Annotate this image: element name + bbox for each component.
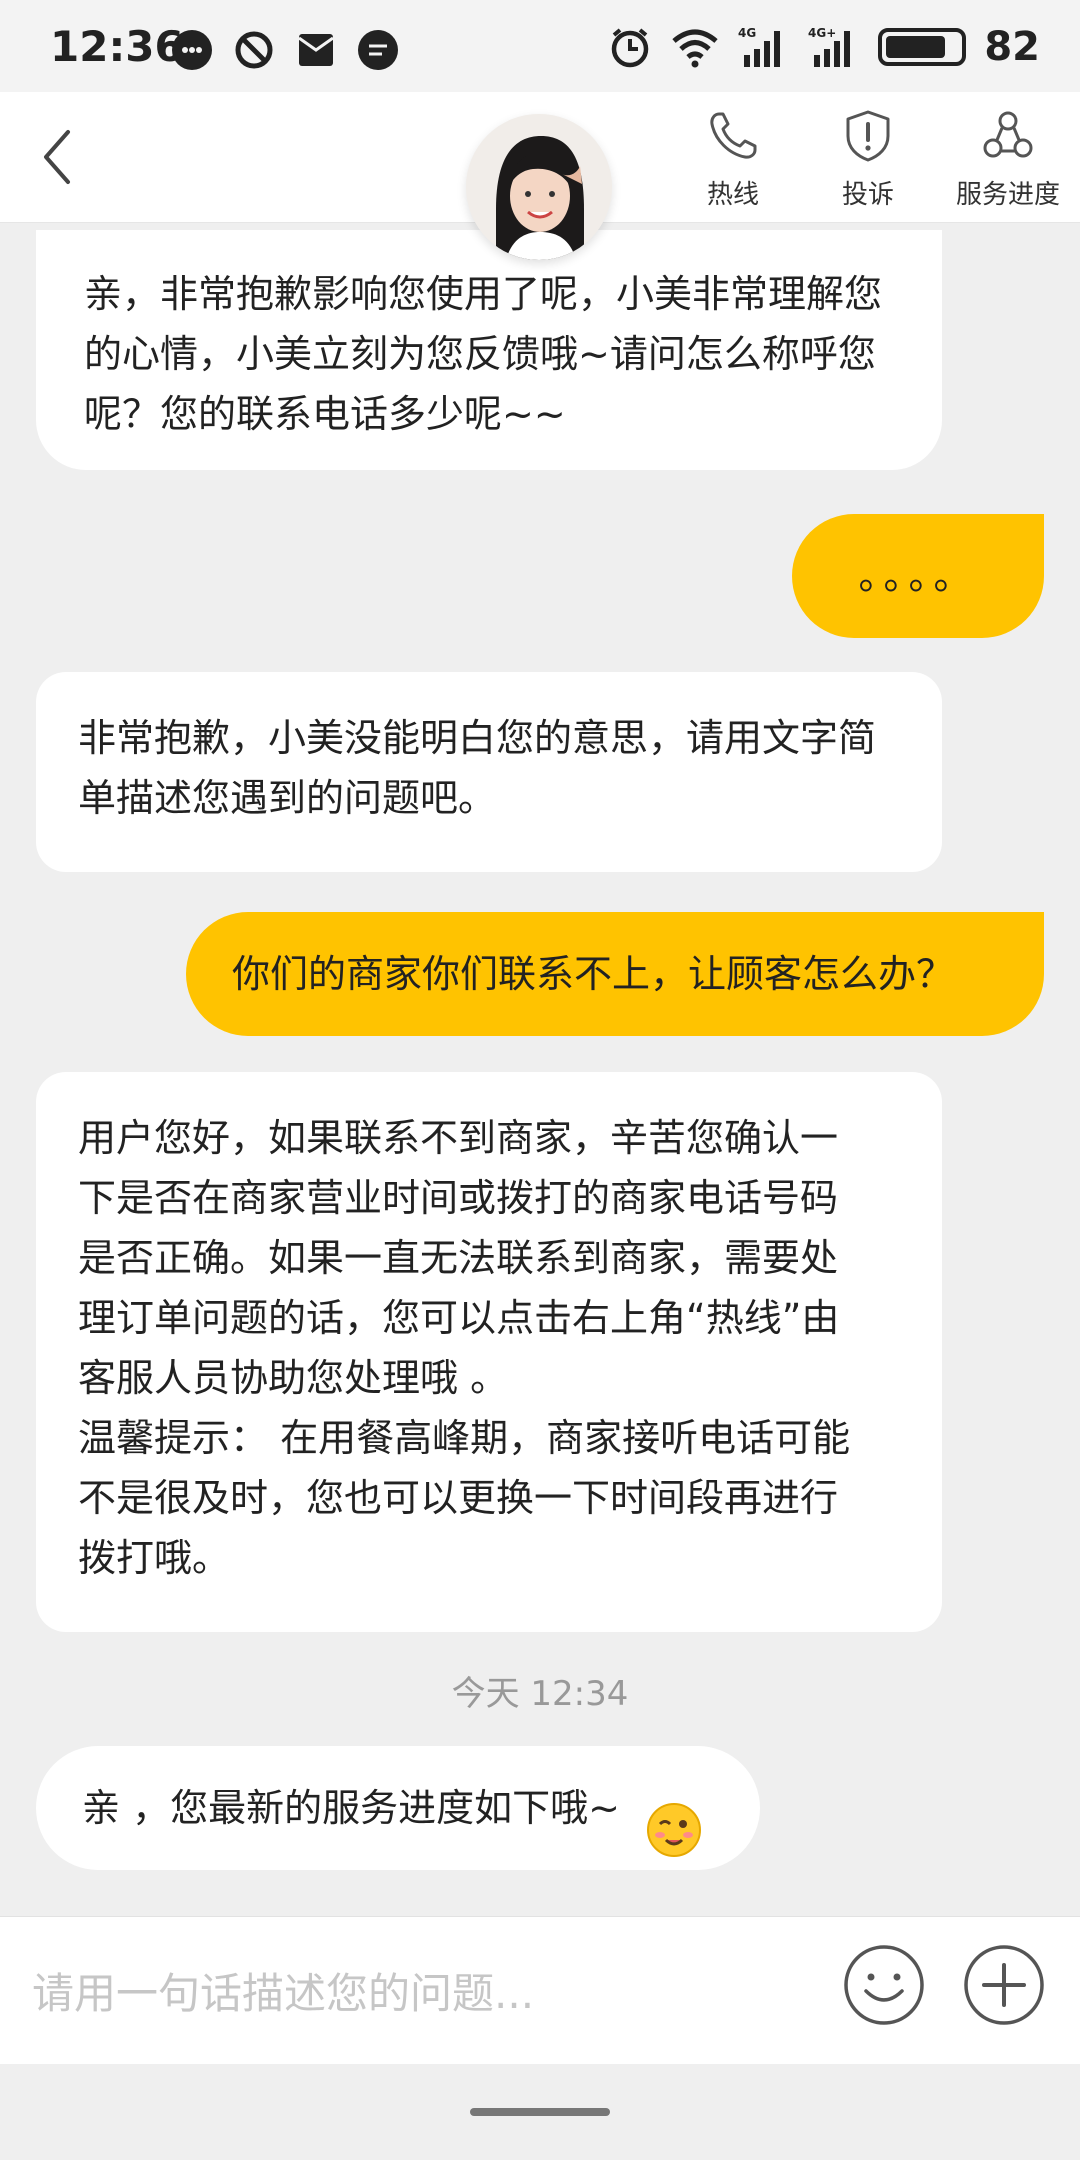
agent-message: 非常抱歉，小美没能明白您的意思，请用文字简单描述您遇到的问题吧。 — [36, 672, 942, 872]
hotline-label: 热线 — [706, 180, 759, 210]
hotline-button[interactable]: 热线 — [663, 108, 803, 211]
phone-icon — [710, 112, 757, 159]
user-message: 你们的商家你们联系不上，让顾客怎么办？ — [186, 912, 1044, 1036]
message-line: 温馨提示： 在用餐高峰期，商家接听电话可能 — [78, 1416, 851, 1460]
message-line: 理订单问题的话，您可以点击右上角“热线”由 — [78, 1296, 840, 1340]
user-message: 。。。。 — [792, 514, 1044, 638]
svg-text:4G+: 4G+ — [808, 26, 836, 40]
chat-bubble-icon — [172, 30, 212, 70]
message-text: 。。。。 — [858, 554, 978, 598]
message-text: 非常抱歉，小美没能明白您的意思，请用文字简单描述您遇到的问题吧。 — [78, 716, 877, 820]
message-icon — [358, 30, 398, 70]
complaint-label: 投诉 — [841, 180, 894, 210]
message-line: 不是很及时，您也可以更换一下时间段再进行 — [78, 1476, 839, 1520]
service-progress-button[interactable]: 服务进度 — [938, 108, 1078, 211]
battery-icon — [878, 28, 967, 66]
agent-message: 用户您好，如果联系不到商家，辛苦您确认一 下是否在商家营业时间或拨打的商家电话号… — [36, 1072, 942, 1632]
agent-message: 亲，非常抱歉影响您使用了呢，小美非常理解您的心情，小美立刻为您反馈哦~请问怎么称… — [36, 230, 942, 470]
shield-alert-icon — [846, 110, 890, 162]
message-line: 是否正确。如果一直无法联系到商家，需要处 — [78, 1236, 839, 1280]
chevron-left-icon — [44, 130, 70, 184]
status-bar: 12:36 4G 4G+ 82 — [0, 0, 1080, 92]
status-time: 12:36 — [50, 22, 184, 71]
message-line: 用户您好，如果联系不到商家，辛苦您确认一 — [78, 1116, 839, 1160]
wink-emoji-icon — [646, 1783, 702, 1857]
home-indicator[interactable] — [470, 2108, 610, 2116]
message-text: 亲 ，您最新的服务进度如下哦~ — [82, 1786, 620, 1830]
system-nav-bar — [0, 2064, 1080, 2160]
message-line: 客服人员协助您处理哦 。 — [78, 1356, 509, 1400]
mail-icon — [296, 30, 336, 70]
progress-icon — [983, 111, 1033, 158]
message-input[interactable] — [30, 1957, 814, 2029]
alarm-icon — [608, 25, 652, 69]
plus-icon — [964, 1945, 1044, 2025]
signal-4g-icon: 4G — [738, 25, 790, 69]
wifi-icon — [670, 25, 720, 69]
agent-avatar — [466, 114, 612, 260]
message-text: 亲，非常抱歉影响您使用了呢，小美非常理解您的心情，小美立刻为您反馈哦~请问怎么称… — [84, 272, 883, 436]
timestamp: 今天 12:34 — [451, 1674, 629, 1714]
input-bar — [0, 1916, 1080, 2065]
message-line: 下是否在商家营业时间或拨打的商家电话号码 — [78, 1176, 839, 1220]
message-text: 你们的商家你们联系不上，让顾客怎么办？ — [232, 952, 955, 996]
add-button[interactable] — [962, 1943, 1046, 2027]
emoji-button[interactable] — [842, 1943, 926, 2027]
back-button[interactable] — [32, 122, 92, 192]
block-icon — [234, 30, 274, 70]
signal-4g-plus-icon: 4G+ — [808, 25, 860, 69]
complaint-button[interactable]: 投诉 — [798, 108, 938, 211]
service-progress-label: 服务进度 — [955, 180, 1060, 210]
message-line: 拨打哦。 — [78, 1536, 231, 1580]
chat-area[interactable]: 亲，非常抱歉影响您使用了呢，小美非常理解您的心情，小美立刻为您反馈哦~请问怎么称… — [0, 222, 1080, 1916]
battery-level: 82 — [984, 24, 1040, 70]
svg-text:4G: 4G — [738, 26, 756, 40]
smiley-icon — [844, 1945, 924, 2025]
agent-message: 亲 ，您最新的服务进度如下哦~ — [36, 1746, 760, 1870]
